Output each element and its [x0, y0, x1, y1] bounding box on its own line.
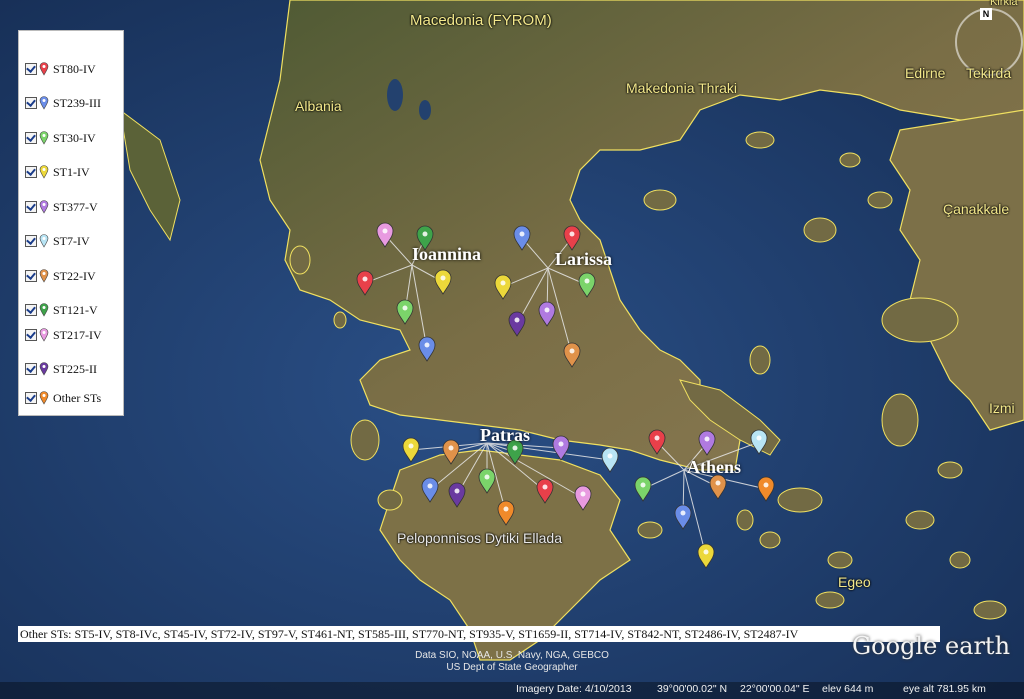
- legend-label: Other STs: [53, 390, 102, 405]
- island: [777, 487, 823, 513]
- satellite-map[interactable]: [0, 0, 1024, 699]
- other-sts-note: Other STs: ST5-IV, ST8-IVc, ST45-IV, ST7…: [18, 626, 940, 642]
- compass-north-icon[interactable]: N: [980, 8, 992, 20]
- legend-label: ST217-IV: [53, 327, 102, 342]
- legend-checkbox[interactable]: [25, 363, 37, 375]
- island: [937, 461, 963, 479]
- island: [333, 311, 347, 329]
- legend-checkbox[interactable]: [25, 329, 37, 341]
- place-label-egeo: Egeo: [838, 574, 871, 590]
- island: [637, 521, 663, 539]
- legend-label: ST121-V: [53, 302, 98, 317]
- elevation-readout: elev 644 m: [822, 683, 874, 695]
- legend-checkbox[interactable]: [25, 392, 37, 404]
- legend-item[interactable]: Other STs: [25, 388, 101, 408]
- island: [973, 600, 1007, 620]
- city-label-patras: Patras: [480, 425, 530, 445]
- data-credit-line1: Data SIO, NOAA, U.S. Navy, NGA, GEBCO: [415, 650, 609, 661]
- legend-label: ST30-IV: [53, 130, 96, 145]
- legend-pin-icon: [39, 131, 49, 145]
- legend-item[interactable]: ST30-IV: [25, 128, 96, 148]
- legend-label: ST1-IV: [53, 164, 90, 179]
- city-label-ioannina: Ioannina: [412, 244, 482, 264]
- legend-pin-icon: [39, 303, 49, 317]
- legend-item[interactable]: ST1-IV: [25, 162, 90, 182]
- place-label-albania: Albania: [295, 98, 342, 114]
- data-credit-line2: US Dept of State Geographer: [446, 662, 578, 673]
- lake: [387, 79, 403, 111]
- legend-item[interactable]: ST217-IV: [25, 325, 102, 345]
- island: [839, 152, 861, 168]
- legend-label: ST377-V: [53, 199, 98, 214]
- place-label-izmir: Izmi: [989, 400, 1015, 416]
- legend-checkbox[interactable]: [25, 166, 37, 178]
- island: [736, 509, 754, 531]
- island: [905, 510, 935, 530]
- island: [881, 297, 959, 343]
- legend-label: ST7-IV: [53, 233, 90, 248]
- island: [881, 393, 919, 447]
- legend-item[interactable]: ST377-V: [25, 197, 98, 217]
- island: [745, 131, 775, 149]
- city-label-larissa: Larissa: [555, 249, 613, 269]
- island: [759, 531, 781, 549]
- legend-item[interactable]: ST80-IV: [25, 59, 96, 79]
- legend-pin-icon: [39, 165, 49, 179]
- legend-pin-icon: [39, 269, 49, 283]
- legend-pin-icon: [39, 328, 49, 342]
- island: [350, 419, 380, 461]
- legend-panel: ST80-IV ST239-III ST30-IV ST1-IV ST377-V ST7-…: [18, 30, 124, 416]
- legend-item[interactable]: ST22-IV: [25, 266, 96, 286]
- city-label-athens: Athens: [687, 457, 742, 477]
- island: [377, 489, 403, 511]
- island: [949, 551, 971, 569]
- legend-pin-icon: [39, 200, 49, 214]
- island: [289, 245, 311, 275]
- legend-item[interactable]: ST7-IV: [25, 231, 90, 251]
- place-label-peloponnisos: Peloponnisos Dytiki Ellada: [397, 530, 562, 546]
- legend-item[interactable]: ST225-II: [25, 359, 97, 379]
- legend-label: ST22-IV: [53, 268, 96, 283]
- legend-pin-icon: [39, 362, 49, 376]
- imagery-date: Imagery Date: 4/10/2013: [516, 683, 632, 695]
- island: [827, 551, 853, 569]
- place-label-edirne: Edirne: [905, 65, 946, 81]
- legend-checkbox[interactable]: [25, 63, 37, 75]
- island: [815, 591, 845, 609]
- place-label-canakkale: Çanakkale: [943, 201, 1010, 217]
- legend-checkbox[interactable]: [25, 304, 37, 316]
- island: [803, 217, 837, 243]
- legend-pin-icon: [39, 96, 49, 110]
- place-label-kirkla: Kirkla: [990, 0, 1018, 8]
- place-label-macedonia: Macedonia (FYROM): [410, 12, 552, 29]
- latitude-readout: 39°00'00.02" N: [657, 683, 728, 695]
- place-label-makedonia-thraki: Makedonia Thraki: [626, 80, 738, 96]
- lake: [419, 100, 431, 120]
- legend-label: ST239-III: [53, 95, 101, 110]
- legend-checkbox[interactable]: [25, 97, 37, 109]
- legend-pin-icon: [39, 62, 49, 76]
- legend-pin-icon: [39, 391, 49, 405]
- island: [643, 189, 677, 211]
- legend-pin-icon: [39, 234, 49, 248]
- legend-checkbox[interactable]: [25, 201, 37, 213]
- legend-label: ST225-II: [53, 361, 97, 376]
- legend-item[interactable]: ST121-V: [25, 300, 98, 320]
- island: [749, 345, 771, 375]
- place-label-tekirda: Tekirda: [966, 65, 1012, 81]
- legend-item[interactable]: ST239-III: [25, 93, 101, 113]
- island: [867, 191, 893, 209]
- eye-altitude-readout: eye alt 781.95 km: [903, 683, 986, 695]
- longitude-readout: 22°00'00.04" E: [740, 683, 810, 695]
- legend-checkbox[interactable]: [25, 270, 37, 282]
- google-earth-logo: Google earth: [852, 632, 1011, 660]
- legend-checkbox[interactable]: [25, 235, 37, 247]
- legend-label: ST80-IV: [53, 61, 96, 76]
- legend-checkbox[interactable]: [25, 132, 37, 144]
